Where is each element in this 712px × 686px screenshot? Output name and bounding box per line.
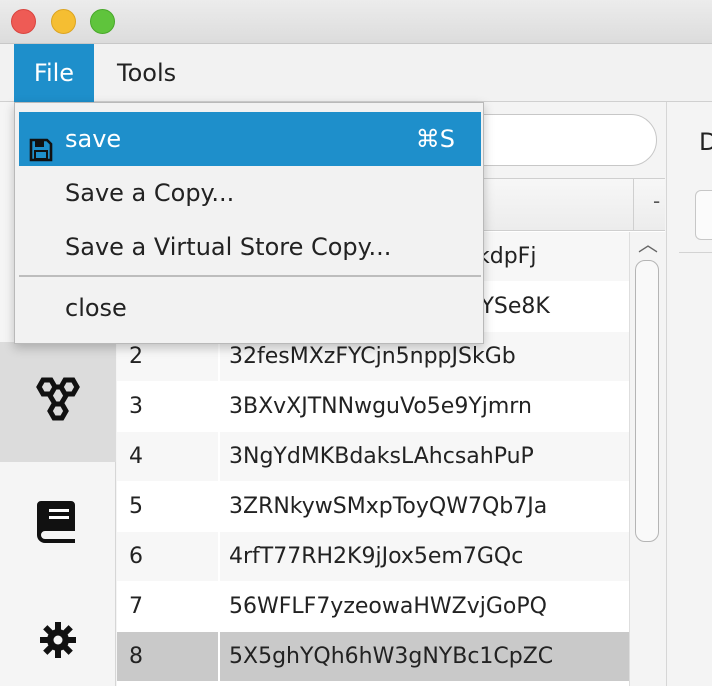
menu-item-save-virtual-store-copy[interactable]: Save a Virtual Store Copy... [19,220,481,274]
detail-panel: D [666,102,712,686]
menu-item-save[interactable]: save ⌘S [19,112,481,166]
book-icon [33,495,83,549]
app-window: File Tools - 0kdpFj oYSe8K 2 32fesMXzFYC… [0,0,712,686]
key-cell: 56WFLF7yzeowaHWZvjGoPQ [229,594,547,619]
table-row[interactable]: 6 4rfT77RH2K9jJox5em7GQc [117,532,629,582]
menu-item-close[interactable]: close [19,281,481,335]
network-nodes-icon [33,374,83,430]
index-cell: 5 [129,494,143,519]
zoom-window-button[interactable] [90,9,115,34]
key-cell: 3NgYdMKBdaksLAhcsahPuP [229,444,534,469]
gear-icon [38,620,78,664]
floppy-disk-icon [29,127,53,162]
menu-item-label: Save a Virtual Store Copy... [65,233,392,261]
menu-item-label: close [65,294,127,322]
header-menu-indicator[interactable]: - [653,189,660,213]
sidebar-item-settings[interactable] [0,582,116,686]
index-cell: 3 [129,394,143,419]
detail-heading: D [699,128,712,156]
index-cell: 8 [129,644,143,669]
menu-bar: File Tools [0,44,712,102]
menu-item-shortcut: ⌘S [415,125,455,153]
menu-separator [19,275,481,277]
menu-tools[interactable]: Tools [101,44,192,102]
menu-item-label: Save a Copy... [65,179,235,207]
index-cell: 7 [129,594,143,619]
menu-item-label: save [65,125,122,153]
detail-button[interactable] [695,190,712,240]
scrollbar-thumb[interactable] [635,260,659,542]
menu-item-save-a-copy[interactable]: Save a Copy... [19,166,481,220]
vertical-scrollbar[interactable]: ︿ [629,232,665,686]
close-window-button[interactable] [11,9,36,34]
menu-file[interactable]: File [14,44,94,102]
scroll-up-icon[interactable]: ︿ [638,234,658,254]
index-cell: 4 [129,444,143,469]
file-menu-dropdown: save ⌘S Save a Copy... Save a Virtual St… [14,102,484,344]
minimize-window-button[interactable] [51,9,76,34]
sidebar-item-book[interactable] [0,462,116,582]
table-row[interactable]: 4 3NgYdMKBdaksLAhcsahPuP [117,432,629,482]
table-row-selected[interactable]: 8 5X5ghYQh6hW3gNYBc1CpZC [117,632,629,682]
sidebar-item-network[interactable] [0,342,116,462]
key-cell: 3BXvXJTNNwguVo5e9Yjmrn [229,394,532,419]
index-cell: 6 [129,544,143,569]
title-bar [0,0,712,44]
key-cell: 3ZRNkywSMxpToyQW7Qb7Ja [229,494,548,519]
key-cell: 5X5ghYQh6hW3gNYBc1CpZC [229,644,554,669]
table-row[interactable]: 5 3ZRNkywSMxpToyQW7Qb7Ja [117,482,629,532]
key-cell: 4rfT77RH2K9jJox5em7GQc [229,544,524,569]
table-row[interactable]: 7 56WFLF7yzeowaHWZvjGoPQ [117,582,629,632]
header-separator[interactable] [633,179,634,231]
detail-divider [679,252,712,253]
table-row[interactable]: 3 3BXvXJTNNwguVo5e9Yjmrn [117,382,629,432]
